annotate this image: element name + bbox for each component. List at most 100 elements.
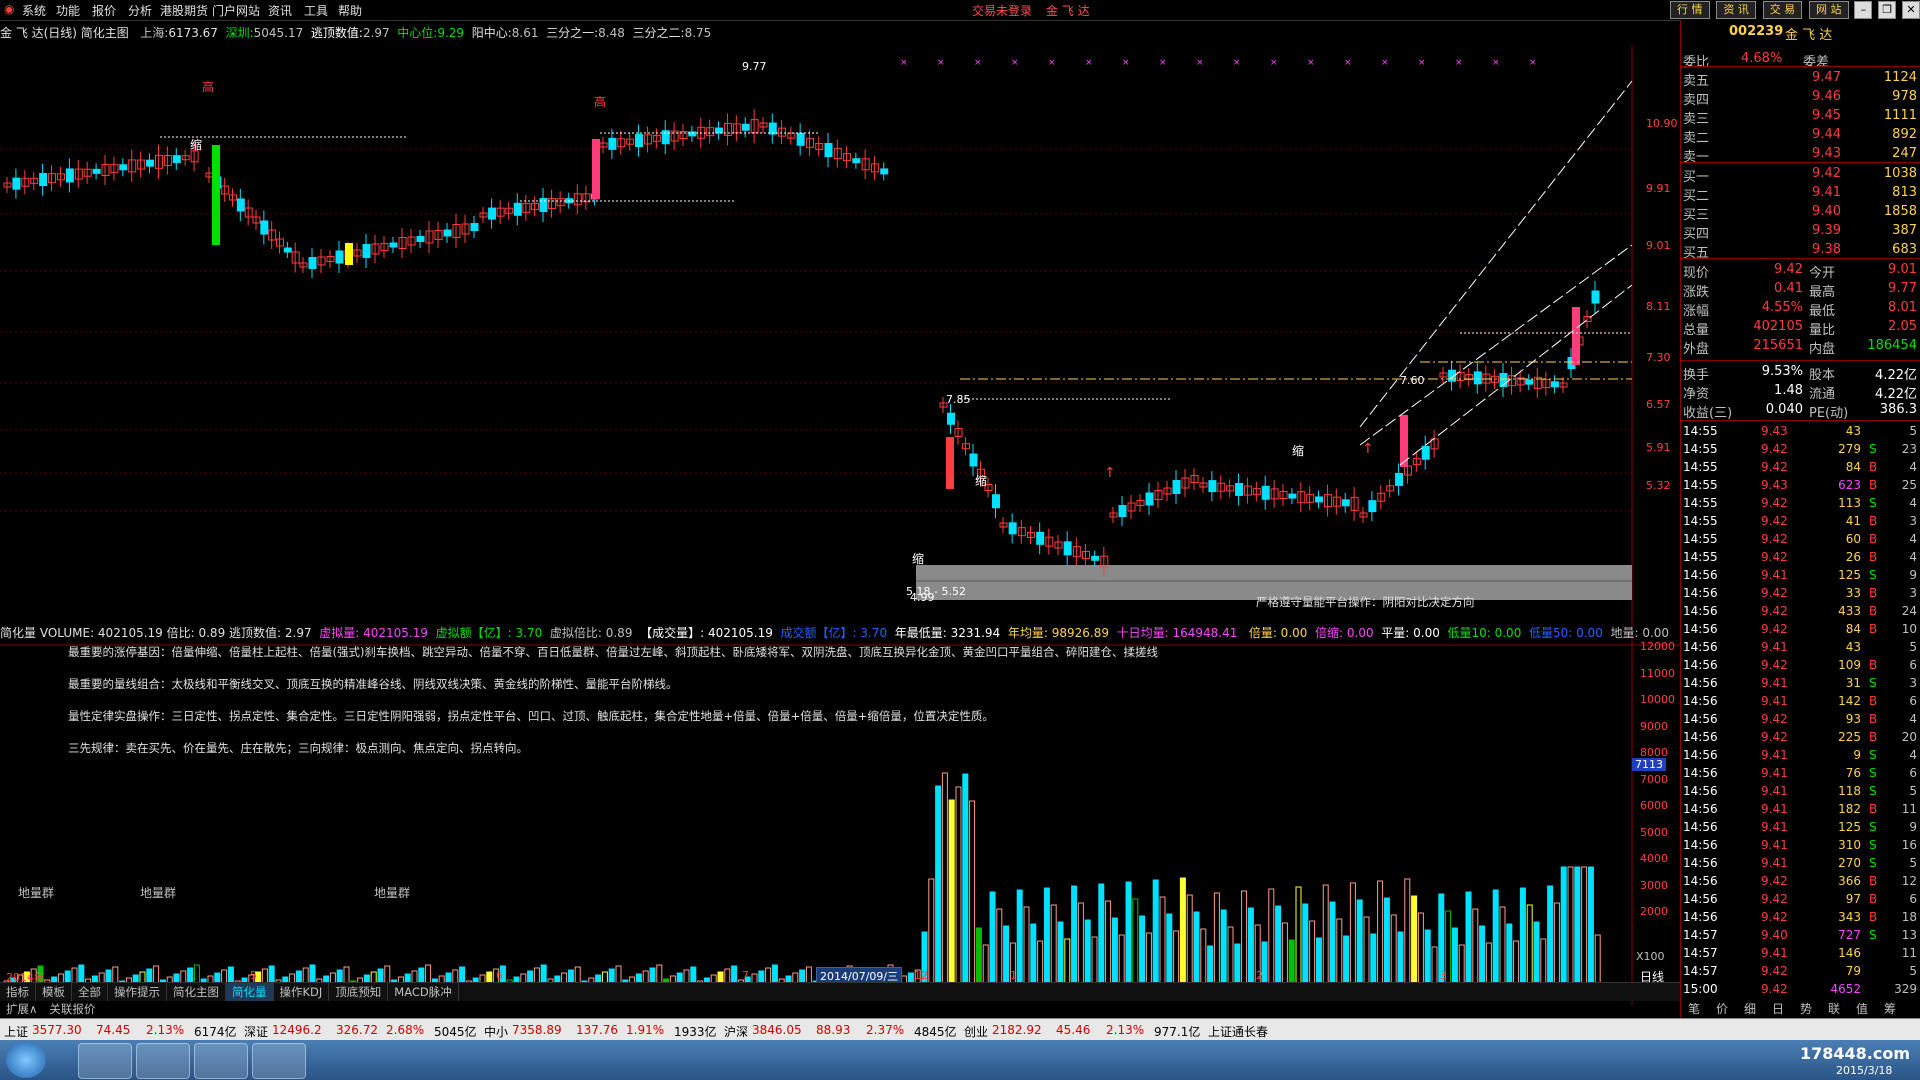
menu-item-analysis[interactable]: 分析 (128, 2, 152, 19)
menu-item-quote[interactable]: 报价 (92, 2, 116, 19)
menu-item-help[interactable]: 帮助 (338, 2, 362, 19)
tab-op-hint[interactable]: 操作提示 (108, 983, 167, 1001)
index-name[interactable]: 上证 (4, 1023, 28, 1040)
status-bar: 上证 3577.30 74.45 2.13% 6174亿 深证 12496.2 326.72 2… (0, 1018, 1920, 1041)
rtab-bi[interactable]: 笔 (1680, 1000, 1708, 1018)
trade-button[interactable]: 交 易 (1762, 1, 1803, 19)
volume-bar (1363, 916, 1370, 988)
rtab-lian[interactable]: 联 (1820, 1000, 1848, 1018)
index-pct: 2.13% (146, 1023, 185, 1037)
index-name[interactable]: 中小 (484, 1023, 508, 1040)
rtab-jia[interactable]: 价 (1708, 1000, 1736, 1018)
tab-macd[interactable]: MACD脉冲 (388, 983, 459, 1001)
tick-side: B (1869, 802, 1878, 816)
tick-price: 9.42 (1761, 532, 1788, 546)
tick-volume: 84 (1845, 460, 1861, 474)
indicator-tab-bar: 指标 模板 全部 操作提示 简化主图 简化量 操作KDJ 顶底预知 MACD脉冲 (0, 982, 1680, 1001)
menu-item-portal[interactable]: 门户网站 (212, 2, 260, 19)
row-label-2: 股本 (1809, 368, 1836, 383)
sz-label: 深圳: (225, 26, 254, 40)
tick-volume: 109 (1838, 658, 1861, 672)
third1-label: 三分之一: (546, 26, 599, 40)
signal-marker: × (974, 58, 982, 68)
third2-label: 三分之二: (632, 26, 685, 40)
menu-item-function[interactable]: 功能 (56, 2, 80, 19)
volume-bar (1465, 891, 1472, 988)
row-value: 1.48 (1774, 383, 1803, 398)
quote-button[interactable]: 行 情 (1670, 1, 1710, 19)
tick-row: 14:56 9.41 125 S 9 (1681, 820, 1920, 838)
row-label: 净资 (1683, 387, 1710, 402)
stat-row: 外盘 215651 内盘 186454 (1681, 338, 1920, 357)
tab-top-bottom[interactable]: 顶底预知 (329, 983, 389, 1001)
news-button[interactable]: 资 讯 (1716, 1, 1756, 19)
tick-side: S (1869, 766, 1877, 780)
tab-indicator[interactable]: 指标 (0, 983, 36, 1001)
app-logo-icon[interactable]: ◉ (4, 2, 14, 16)
tab-op-kdj[interactable]: 操作KDJ (274, 983, 330, 1001)
index-amount: 1933亿 (674, 1025, 717, 1039)
volume-bar (1397, 931, 1404, 988)
index-name[interactable]: 沪深 (724, 1023, 748, 1040)
candle-body (539, 198, 548, 212)
volume-bar (1458, 944, 1465, 988)
stock-app-icon[interactable] (194, 1043, 248, 1079)
x-tick-12: 12 (914, 969, 928, 982)
row-label: 买一 (1683, 170, 1710, 185)
start-button-icon[interactable] (6, 1042, 46, 1078)
app-icon-3[interactable] (252, 1043, 306, 1079)
menu-item-system[interactable]: 系统 (22, 2, 46, 19)
trade-login-status[interactable]: 交易未登录 (972, 2, 1032, 19)
signal-marker: × (1122, 58, 1130, 68)
minimize-icon[interactable]: – (1854, 1, 1873, 19)
rtab-zhi[interactable]: 值 (1848, 1000, 1876, 1018)
vol-axis-label: 7000 (1640, 772, 1668, 786)
rtab-shi[interactable]: 势 (1792, 1000, 1820, 1018)
menu-item-news[interactable]: 资讯 (268, 2, 292, 19)
tab-simple-main[interactable]: 简化主图 (167, 983, 226, 1001)
tab-related-quote[interactable]: 关联报价 (43, 1000, 101, 1018)
signal-marker: × (1381, 58, 1389, 68)
tick-time: 14:56 (1683, 910, 1718, 924)
index-name[interactable]: 深证 (244, 1023, 268, 1040)
tick-side: B (1869, 586, 1878, 600)
volume-bar (1200, 928, 1207, 988)
tick-side: B (1869, 622, 1878, 636)
row-value-2: 247 (1892, 146, 1917, 161)
price-info-line: 金 飞 达(日线) 简化主图 上海:6173.67 深圳:5045.17 逃顶数… (0, 24, 711, 41)
row-label-2: 今开 (1809, 266, 1836, 281)
tick-row: 14:56 9.42 93 B 4 (1681, 712, 1920, 730)
menu-item-hk-futures[interactable]: 港股期货 (160, 2, 208, 19)
website-button[interactable]: 网 站 (1809, 1, 1849, 19)
tab-extend[interactable]: 扩展∧ (0, 1000, 43, 1018)
restore-icon[interactable]: ❐ (1878, 1, 1897, 19)
close-icon[interactable]: ✕ (1902, 1, 1920, 19)
candle-body (1395, 472, 1404, 486)
signal-marker: × (1529, 58, 1537, 68)
rtab-xi[interactable]: 细 (1736, 1000, 1764, 1018)
vol-scale-marker: 7113 (1632, 758, 1666, 771)
rtab-ri[interactable]: 日 (1764, 1000, 1792, 1018)
menu-item-tools[interactable]: 工具 (304, 2, 328, 19)
index-name[interactable]: 创业 (964, 1023, 988, 1040)
row-label: 卖五 (1683, 74, 1710, 89)
tab-template[interactable]: 模板 (36, 983, 72, 1001)
tick-price: 9.42 (1761, 514, 1788, 528)
rtab-chou[interactable]: 筹 (1876, 1000, 1904, 1018)
vol-virtual-amt: 虚拟额【亿】: 3.70 (435, 626, 543, 640)
tick-volume: 182 (1838, 802, 1861, 816)
kline-chart[interactable]: × × × × × × × × × × × × × × × × × × ↑ ↑ (0, 20, 1680, 1030)
tick-count: 5 (1909, 856, 1917, 870)
escape-value: 2.97 (362, 26, 390, 40)
clock-date: 2015/3/18 (1836, 1064, 1893, 1077)
row-label-2: 量比 (1809, 323, 1836, 338)
candle-body (470, 223, 479, 231)
tab-all[interactable]: 全部 (72, 983, 108, 1001)
app-icon-1[interactable] (136, 1043, 190, 1079)
volume-bar (1479, 925, 1486, 988)
browser-icon[interactable] (78, 1043, 132, 1079)
tab-simple-vol[interactable]: 简化量 (226, 983, 274, 1001)
signal-marker: × (1307, 58, 1315, 68)
candle-body (1288, 493, 1297, 499)
third1-value: 8.48 (598, 26, 625, 40)
